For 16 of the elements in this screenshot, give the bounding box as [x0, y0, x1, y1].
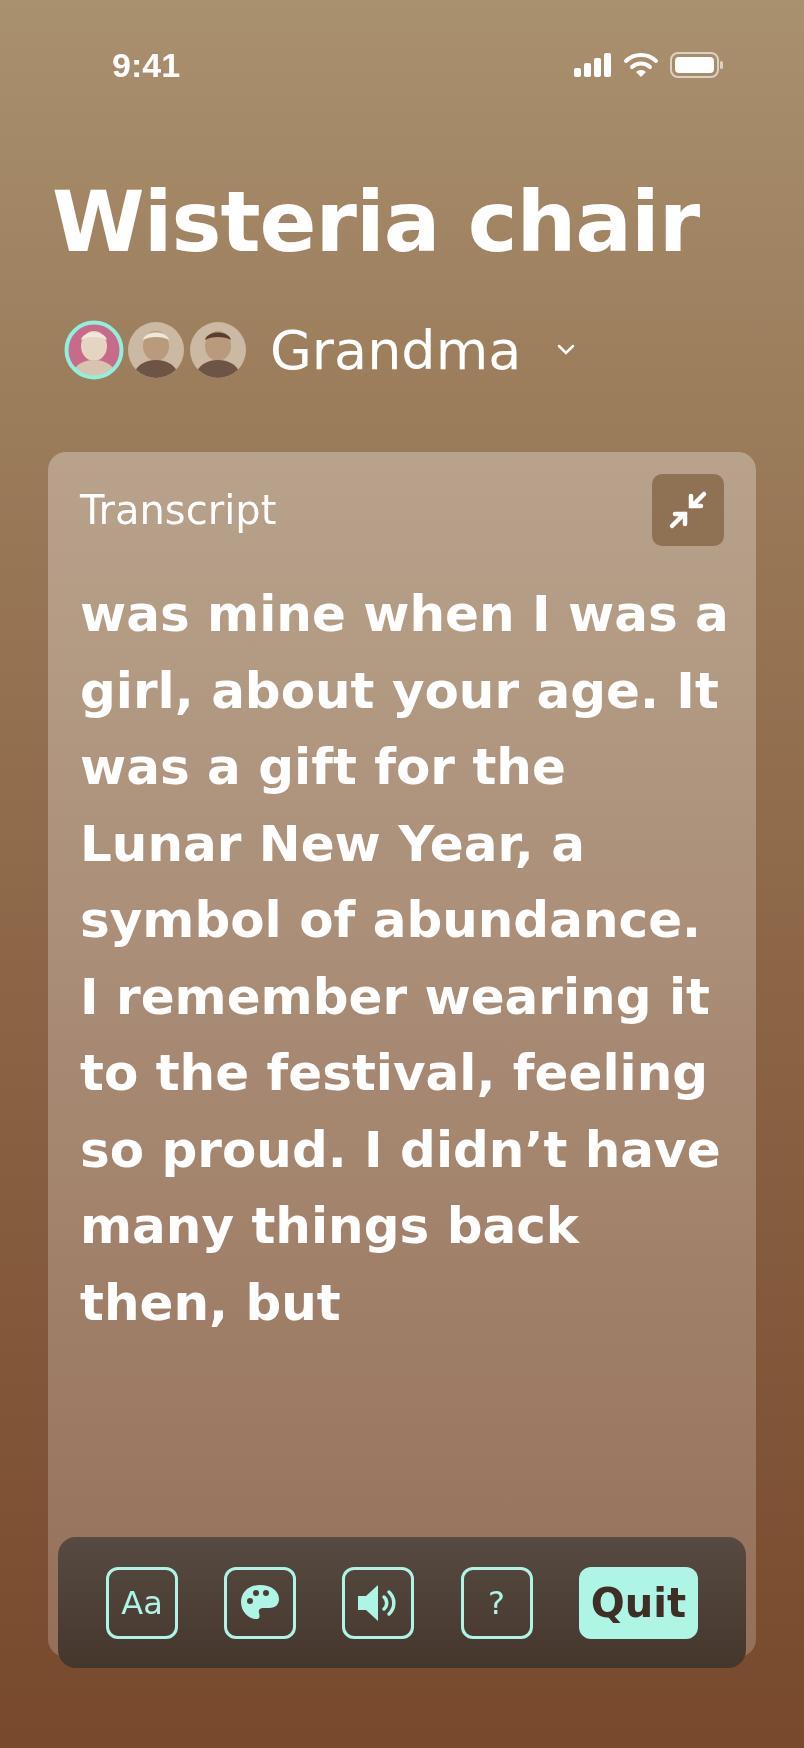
collapse-button[interactable]: [652, 474, 724, 546]
wifi-icon: [624, 52, 658, 78]
page-title: Wisteria chair: [52, 180, 701, 264]
collapse-arrows-icon: [668, 490, 708, 530]
text-size-button[interactable]: Aa: [106, 1566, 178, 1639]
battery-icon: [670, 52, 724, 78]
sound-button[interactable]: [342, 1566, 415, 1639]
palette-button[interactable]: [224, 1566, 297, 1639]
person-selector[interactable]: Grandma: [270, 318, 576, 382]
signal-icon: [574, 53, 612, 77]
transcript-text: was mine when I was a girl, about your age. It was a gift for the Lunar New Year, a symbol of abundance. I remember wearing it to the festival, feeling so proud. I didn’t have many things back then, but: [80, 584, 730, 1334]
status-time: 9:41: [112, 45, 181, 85]
quit-button[interactable]: Quit: [578, 1566, 698, 1639]
help-button[interactable]: ?: [460, 1566, 533, 1639]
chevron-down-icon: [557, 344, 576, 356]
transcript-label: Transcript: [80, 487, 277, 533]
